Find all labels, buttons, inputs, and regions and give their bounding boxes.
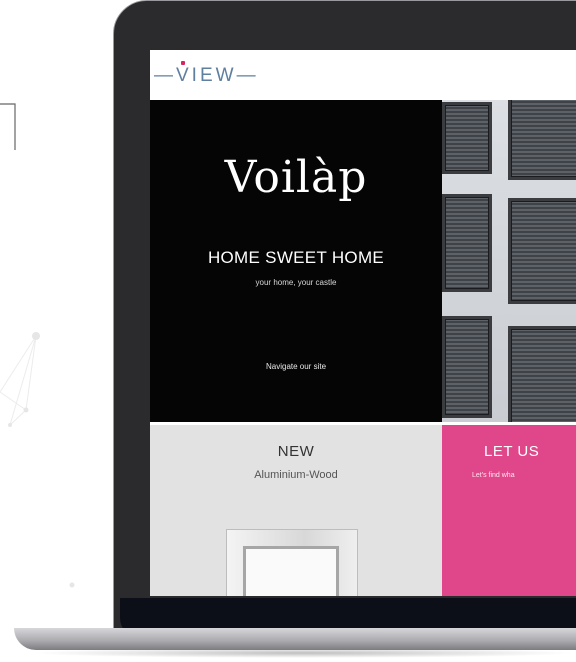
window-image [508,326,576,422]
pink-tile-title: LET US [484,443,540,460]
brand-logo: Voilàp [150,152,442,203]
new-product-tile[interactable]: NEW Aluminium-Wood [150,425,442,596]
laptop-base [14,628,576,650]
logo-text: VIEW [176,65,237,86]
door-frame [243,546,339,596]
window-image [442,194,492,292]
window-image [442,102,492,174]
new-tile-subtitle: Aluminium-Wood [254,469,338,481]
building-photo [442,100,576,422]
site-header: —VIEW— [150,50,576,100]
new-tile-title: NEW [277,443,315,460]
logo-dash-right: — [236,65,259,86]
laptop-screen: —VIEW— Voilàp HOME SWEET HOME your home,… [150,50,576,596]
window-image [442,316,492,418]
hero-subtitle: your home, your castle [255,278,337,287]
hero-title: HOME SWEET HOME [207,248,385,267]
window-image [508,100,576,180]
let-us-tile[interactable]: LET US Let's find wha [442,425,576,596]
logo-accent-dot [181,61,185,65]
door-product-image [226,529,358,596]
site-logo[interactable]: —VIEW— [154,61,259,87]
logo-dash-left: — [154,65,176,86]
pink-tile-subtitle: Let's find wha [472,472,515,479]
navigate-site-link[interactable]: Navigate our site [150,362,442,371]
brand-name: Voilàp [224,152,368,203]
window-image [508,198,576,304]
hero-panel: Voilàp HOME SWEET HOME your home, your c… [150,100,442,422]
